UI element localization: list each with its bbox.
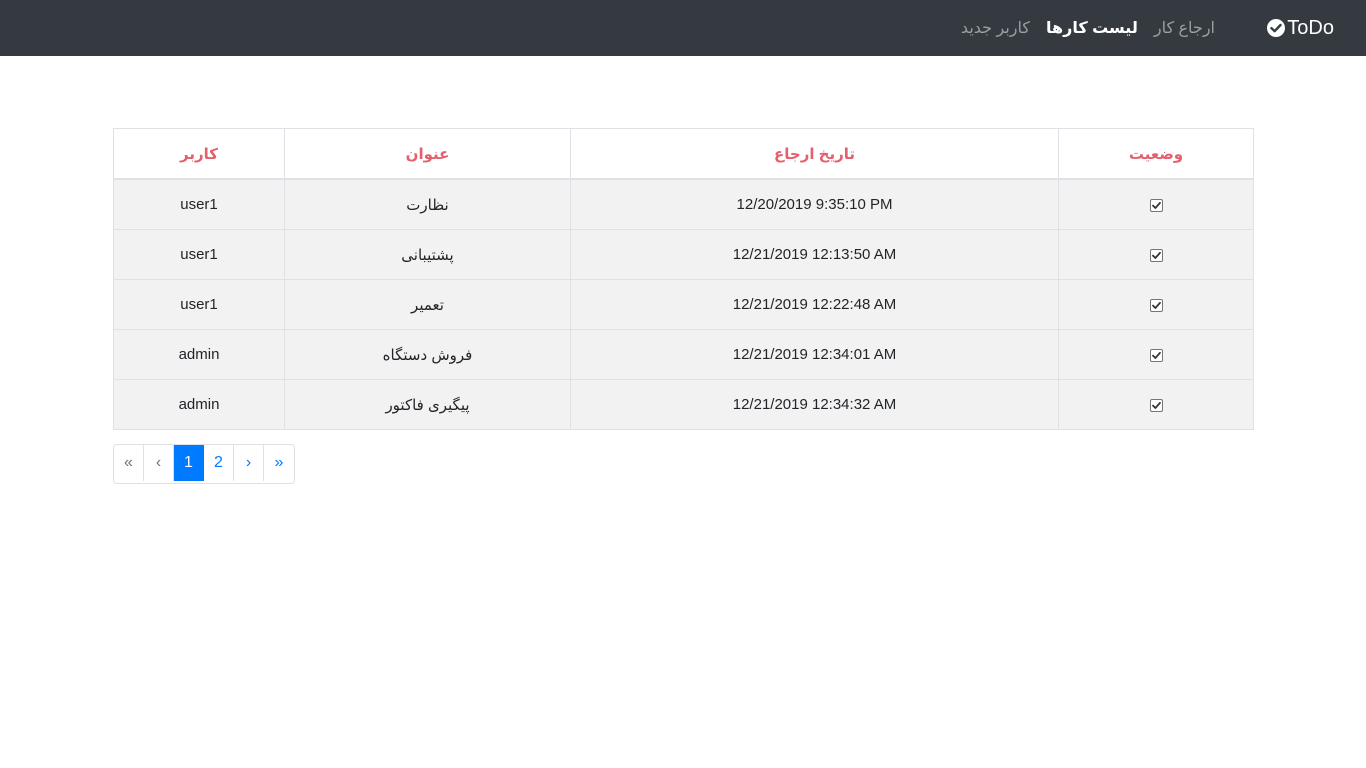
- header-user[interactable]: کاربر: [113, 128, 285, 180]
- cell-date: 12/21/2019 12:13:50 AM: [570, 229, 1059, 280]
- cell-status: [1058, 379, 1254, 430]
- cell-user: admin: [113, 379, 285, 430]
- cell-user: user1: [113, 178, 285, 230]
- cell-user: user1: [113, 279, 285, 330]
- cell-date: 12/20/2019 9:35:10 PM: [570, 178, 1059, 230]
- nav-links: ارجاع کار لیست کارها کاربر جدید: [953, 0, 1223, 56]
- page-2[interactable]: 2: [204, 445, 234, 481]
- nav-link-task-list[interactable]: لیست کارها: [1038, 18, 1146, 38]
- table-header-row: کاربر عنوان تاریخ ارجاع وضعیت: [113, 128, 1254, 180]
- cell-date: 12/21/2019 12:34:01 AM: [570, 329, 1059, 380]
- cell-status: [1058, 279, 1254, 330]
- pagination: « ‹ 1 2 › »: [113, 444, 295, 484]
- header-title[interactable]: عنوان: [284, 128, 571, 180]
- page-next[interactable]: ›: [234, 445, 264, 481]
- cell-status: [1058, 178, 1254, 230]
- page-prev[interactable]: ‹: [144, 445, 174, 481]
- nav-link-assign[interactable]: ارجاع کار: [1146, 18, 1223, 38]
- check-circle-icon: [1267, 19, 1286, 37]
- brand-label: ToDo: [1287, 16, 1334, 39]
- status-checkbox[interactable]: [1149, 298, 1163, 312]
- page-1[interactable]: 1: [174, 445, 204, 481]
- cell-title: نظارت: [284, 178, 571, 230]
- cell-status: [1058, 329, 1254, 380]
- table-row: user1 تعمیر 12/21/2019 12:22:48 AM: [113, 279, 1254, 330]
- cell-title: پشتیبانی: [284, 229, 571, 280]
- cell-status: [1058, 229, 1254, 280]
- cell-user: admin: [113, 329, 285, 380]
- status-checkbox[interactable]: [1149, 198, 1163, 212]
- cell-title: تعمیر: [284, 279, 571, 330]
- brand[interactable]: ToDo: [1267, 0, 1334, 56]
- tasks-table: کاربر عنوان تاریخ ارجاع وضعیت user1 نظارت…: [113, 128, 1254, 430]
- cell-user: user1: [113, 229, 285, 280]
- status-checkbox[interactable]: [1149, 398, 1163, 412]
- status-checkbox[interactable]: [1149, 348, 1163, 362]
- table-row: admin پیگیری فاکتور 12/21/2019 12:34:32 AM: [113, 379, 1254, 430]
- cell-title: پیگیری فاکتور: [284, 379, 571, 430]
- cell-date: 12/21/2019 12:22:48 AM: [570, 279, 1059, 330]
- cell-date: 12/21/2019 12:34:32 AM: [570, 379, 1059, 430]
- header-status[interactable]: وضعیت: [1058, 128, 1254, 180]
- tasks-table-container: کاربر عنوان تاریخ ارجاع وضعیت user1 نظارت…: [113, 128, 1254, 430]
- header-date[interactable]: تاریخ ارجاع: [570, 128, 1059, 180]
- table-row: user1 نظارت 12/20/2019 9:35:10 PM: [113, 178, 1254, 230]
- cell-title: فروش دستگاه: [284, 329, 571, 380]
- navbar: ToDo ارجاع کار لیست کارها کاربر جدید: [0, 0, 1366, 56]
- table-row: admin فروش دستگاه 12/21/2019 12:34:01 AM: [113, 329, 1254, 380]
- status-checkbox[interactable]: [1149, 248, 1163, 262]
- table-row: user1 پشتیبانی 12/21/2019 12:13:50 AM: [113, 229, 1254, 280]
- page-last[interactable]: »: [264, 445, 294, 481]
- nav-link-new-user[interactable]: کاربر جدید: [953, 18, 1038, 38]
- page-first[interactable]: «: [114, 445, 144, 481]
